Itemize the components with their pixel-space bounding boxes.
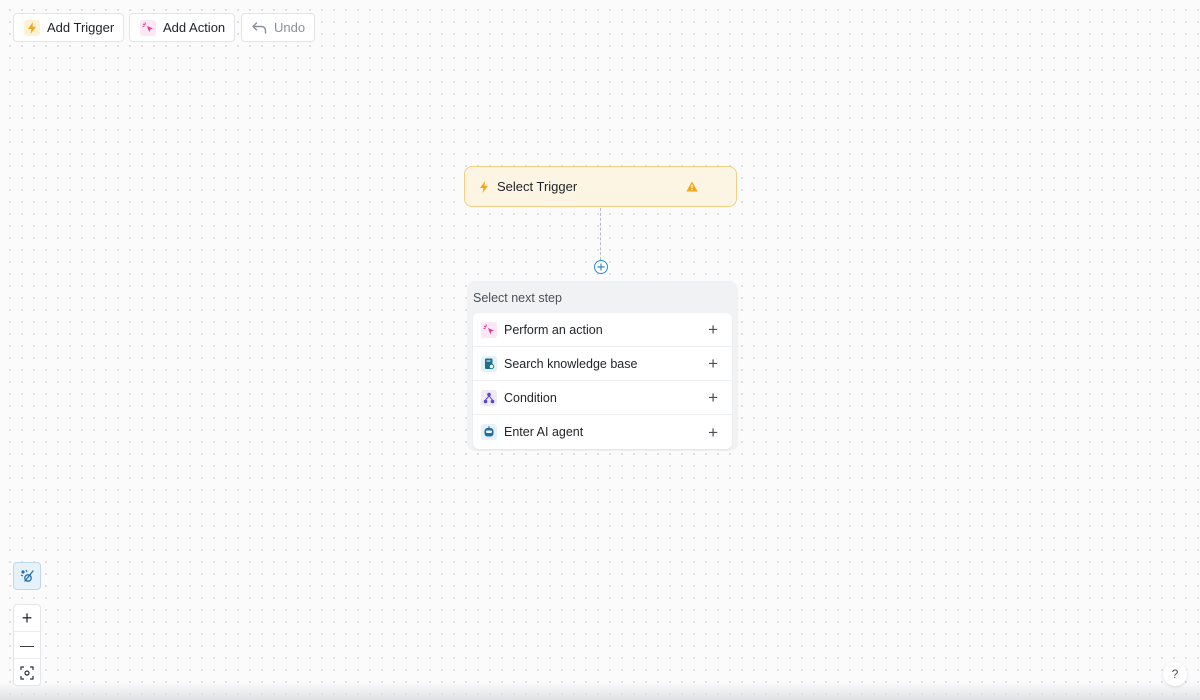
select-trigger-node[interactable]: Select Trigger bbox=[464, 166, 737, 207]
lightning-icon bbox=[24, 19, 40, 36]
fit-view-button[interactable] bbox=[14, 659, 40, 686]
tidy-layout-button[interactable] bbox=[13, 562, 41, 590]
ai-agent-icon bbox=[481, 424, 497, 440]
option-perform-action[interactable]: Perform an action + bbox=[473, 313, 732, 347]
option-label: Search knowledge base bbox=[504, 356, 638, 371]
help-button[interactable]: ? bbox=[1163, 662, 1187, 686]
option-enter-ai-agent[interactable]: Enter AI agent + bbox=[473, 415, 732, 449]
zoom-out-icon: — bbox=[20, 637, 34, 653]
condition-icon bbox=[481, 389, 497, 406]
plus-icon[interactable]: + bbox=[708, 321, 718, 338]
next-step-options: Perform an action + Search knowledge bas… bbox=[473, 313, 732, 449]
plus-icon[interactable]: + bbox=[708, 389, 718, 406]
knowledge-base-icon bbox=[481, 355, 497, 372]
plus-icon[interactable]: + bbox=[708, 355, 718, 372]
add-trigger-button[interactable]: Add Trigger bbox=[13, 13, 125, 42]
zoom-out-button[interactable]: — bbox=[14, 632, 40, 659]
next-step-panel: Select next step Perform an action + Sea… bbox=[467, 281, 738, 451]
warning-icon bbox=[686, 181, 698, 192]
option-search-knowledge-base[interactable]: Search knowledge base + bbox=[473, 347, 732, 381]
option-label: Condition bbox=[504, 390, 557, 405]
fit-view-icon bbox=[20, 665, 34, 680]
undo-label: Undo bbox=[274, 20, 306, 35]
plus-circle-icon bbox=[597, 263, 605, 271]
help-icon: ? bbox=[1171, 667, 1179, 681]
canvas-bottom-edge bbox=[0, 682, 1200, 700]
undo-icon bbox=[252, 21, 267, 34]
plus-icon[interactable]: + bbox=[708, 424, 718, 441]
sparkle-cursor-icon bbox=[140, 19, 156, 36]
add-action-button[interactable]: Add Action bbox=[129, 13, 236, 42]
next-step-title: Select next step bbox=[473, 291, 562, 305]
sparkle-cursor-icon bbox=[481, 321, 497, 338]
lightning-icon bbox=[479, 180, 489, 193]
add-step-button[interactable] bbox=[594, 260, 608, 274]
zoom-in-button[interactable]: + bbox=[14, 605, 40, 632]
option-label: Perform an action bbox=[504, 322, 603, 337]
zoom-controls: + — bbox=[13, 604, 41, 686]
add-action-label: Add Action bbox=[163, 20, 226, 35]
add-trigger-label: Add Trigger bbox=[47, 20, 115, 35]
option-condition[interactable]: Condition + bbox=[473, 381, 732, 415]
zoom-in-icon: + bbox=[21, 608, 33, 628]
connector-line bbox=[600, 208, 601, 260]
tidy-layout-icon bbox=[20, 569, 34, 582]
trigger-node-label: Select Trigger bbox=[497, 179, 578, 194]
option-label: Enter AI agent bbox=[504, 425, 584, 439]
undo-button[interactable]: Undo bbox=[241, 13, 316, 42]
